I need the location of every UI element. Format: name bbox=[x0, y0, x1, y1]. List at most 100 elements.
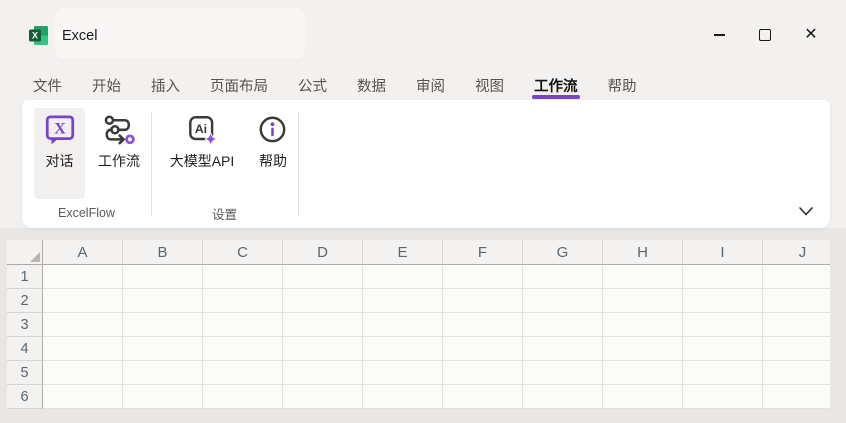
cell-F4[interactable] bbox=[443, 337, 523, 361]
row-header-5[interactable]: 5 bbox=[7, 361, 43, 385]
cell-H3[interactable] bbox=[603, 313, 683, 337]
cell-F1[interactable] bbox=[443, 265, 523, 289]
cell-G4[interactable] bbox=[523, 337, 603, 361]
close-button[interactable]: ✕ bbox=[788, 17, 834, 53]
cell-G6[interactable] bbox=[523, 385, 603, 409]
cell-D6[interactable] bbox=[283, 385, 363, 409]
column-header-G[interactable]: G bbox=[523, 240, 603, 265]
cell-F2[interactable] bbox=[443, 289, 523, 313]
cell-A1[interactable] bbox=[43, 265, 123, 289]
cell-G5[interactable] bbox=[523, 361, 603, 385]
tab-data[interactable]: 数据 bbox=[357, 70, 386, 100]
maximize-button[interactable] bbox=[742, 17, 788, 53]
tab-home[interactable]: 开始 bbox=[92, 70, 121, 100]
column-header-J[interactable]: J bbox=[763, 240, 830, 265]
column-header-B[interactable]: B bbox=[123, 240, 203, 265]
collapse-ribbon-button[interactable] bbox=[794, 200, 818, 222]
cell-H2[interactable] bbox=[603, 289, 683, 313]
cell-B6[interactable] bbox=[123, 385, 203, 409]
ribbon-button-chat[interactable]: X 对话 bbox=[34, 108, 85, 199]
cell-H4[interactable] bbox=[603, 337, 683, 361]
cell-E5[interactable] bbox=[363, 361, 443, 385]
cell-C5[interactable] bbox=[203, 361, 283, 385]
cell-I1[interactable] bbox=[683, 265, 763, 289]
cell-H5[interactable] bbox=[603, 361, 683, 385]
svg-text:X: X bbox=[54, 121, 66, 138]
window-controls: ✕ bbox=[696, 17, 834, 53]
cell-E3[interactable] bbox=[363, 313, 443, 337]
cell-J3[interactable] bbox=[763, 313, 830, 337]
tab-insert[interactable]: 插入 bbox=[151, 70, 180, 100]
column-header-I[interactable]: I bbox=[683, 240, 763, 265]
cell-J5[interactable] bbox=[763, 361, 830, 385]
cell-C1[interactable] bbox=[203, 265, 283, 289]
cell-I2[interactable] bbox=[683, 289, 763, 313]
tab-workflow[interactable]: 工作流 bbox=[534, 70, 578, 100]
cell-A5[interactable] bbox=[43, 361, 123, 385]
cell-B4[interactable] bbox=[123, 337, 203, 361]
row-header-3[interactable]: 3 bbox=[7, 313, 43, 337]
ribbon-button-help[interactable]: 帮助 bbox=[248, 108, 298, 199]
column-header-H[interactable]: H bbox=[603, 240, 683, 265]
row-header-1[interactable]: 1 bbox=[7, 265, 43, 289]
cell-D1[interactable] bbox=[283, 265, 363, 289]
cell-B5[interactable] bbox=[123, 361, 203, 385]
cell-J1[interactable] bbox=[763, 265, 830, 289]
cell-C2[interactable] bbox=[203, 289, 283, 313]
cell-G2[interactable] bbox=[523, 289, 603, 313]
column-header-C[interactable]: C bbox=[203, 240, 283, 265]
ai-sparkle-icon: Ai bbox=[185, 113, 219, 147]
cell-A2[interactable] bbox=[43, 289, 123, 313]
column-header-F[interactable]: F bbox=[443, 240, 523, 265]
tab-review[interactable]: 审阅 bbox=[416, 70, 445, 100]
cell-C6[interactable] bbox=[203, 385, 283, 409]
row-header-4[interactable]: 4 bbox=[7, 337, 43, 361]
cell-B2[interactable] bbox=[123, 289, 203, 313]
cell-I3[interactable] bbox=[683, 313, 763, 337]
cell-I6[interactable] bbox=[683, 385, 763, 409]
cell-B1[interactable] bbox=[123, 265, 203, 289]
cell-C3[interactable] bbox=[203, 313, 283, 337]
cell-J2[interactable] bbox=[763, 289, 830, 313]
column-header-row: ABCDEFGHIJ bbox=[7, 240, 830, 265]
cell-J6[interactable] bbox=[763, 385, 830, 409]
cell-F3[interactable] bbox=[443, 313, 523, 337]
cell-G3[interactable] bbox=[523, 313, 603, 337]
cell-D5[interactable] bbox=[283, 361, 363, 385]
cell-C4[interactable] bbox=[203, 337, 283, 361]
cell-E1[interactable] bbox=[363, 265, 443, 289]
cell-H6[interactable] bbox=[603, 385, 683, 409]
cell-D4[interactable] bbox=[283, 337, 363, 361]
cell-E2[interactable] bbox=[363, 289, 443, 313]
cell-J4[interactable] bbox=[763, 337, 830, 361]
column-header-E[interactable]: E bbox=[363, 240, 443, 265]
cell-B3[interactable] bbox=[123, 313, 203, 337]
column-header-D[interactable]: D bbox=[283, 240, 363, 265]
tab-help[interactable]: 帮助 bbox=[608, 70, 637, 100]
tab-view[interactable]: 视图 bbox=[475, 70, 504, 100]
ribbon-button-workflow[interactable]: 工作流 bbox=[88, 108, 150, 199]
tab-file[interactable]: 文件 bbox=[33, 70, 62, 100]
cell-I5[interactable] bbox=[683, 361, 763, 385]
column-header-A[interactable]: A bbox=[43, 240, 123, 265]
cell-D2[interactable] bbox=[283, 289, 363, 313]
row-header-2[interactable]: 2 bbox=[7, 289, 43, 313]
cell-F6[interactable] bbox=[443, 385, 523, 409]
cell-D3[interactable] bbox=[283, 313, 363, 337]
cell-I4[interactable] bbox=[683, 337, 763, 361]
cell-E4[interactable] bbox=[363, 337, 443, 361]
cell-F5[interactable] bbox=[443, 361, 523, 385]
select-all-corner[interactable] bbox=[7, 240, 43, 265]
ribbon-button-llm-api[interactable]: Ai 大模型API bbox=[160, 108, 244, 199]
tab-page-layout[interactable]: 页面布局 bbox=[210, 70, 268, 100]
minimize-button[interactable] bbox=[696, 17, 742, 53]
cell-A4[interactable] bbox=[43, 337, 123, 361]
grid-row-5: 5 bbox=[7, 361, 830, 385]
cell-E6[interactable] bbox=[363, 385, 443, 409]
cell-A3[interactable] bbox=[43, 313, 123, 337]
row-header-6[interactable]: 6 bbox=[7, 385, 43, 409]
cell-H1[interactable] bbox=[603, 265, 683, 289]
tab-formulas[interactable]: 公式 bbox=[298, 70, 327, 100]
cell-A6[interactable] bbox=[43, 385, 123, 409]
cell-G1[interactable] bbox=[523, 265, 603, 289]
